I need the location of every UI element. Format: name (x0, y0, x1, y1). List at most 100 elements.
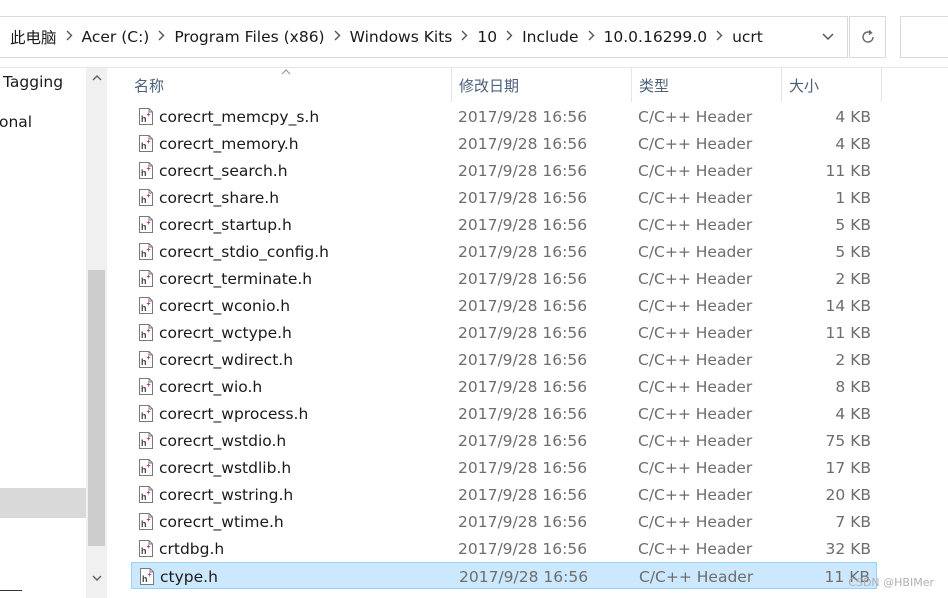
nav-item-personal[interactable]: onal (0, 113, 32, 131)
svg-text:+: + (147, 193, 151, 200)
file-row[interactable]: h + corecrt_wstdlib.h 2017/9/28 16:56 C/C++ … (131, 454, 877, 481)
file-type: C/C++ Header (638, 485, 753, 504)
svg-text:+: + (147, 274, 151, 281)
breadcrumb-item[interactable]: Include (518, 28, 582, 46)
file-row[interactable]: h + corecrt_startup.h 2017/9/28 16:56 C/C++ … (131, 211, 877, 238)
column-type[interactable]: 类型 (639, 68, 669, 102)
file-size: 32 KB (825, 539, 871, 558)
file-type: C/C++ Header (638, 134, 753, 153)
file-type: C/C++ Header (638, 215, 753, 234)
file-type: C/C++ Header (638, 377, 753, 396)
chevron-down-icon (822, 33, 834, 41)
breadcrumb-item[interactable]: Program Files (x86) (170, 28, 328, 46)
svg-text:+: + (147, 166, 151, 173)
file-type: C/C++ Header (638, 188, 753, 207)
nav-item-tagging[interactable]: Tagging (3, 73, 63, 91)
column-divider[interactable] (451, 68, 452, 102)
chevron-right-icon[interactable] (329, 30, 346, 45)
file-row[interactable]: h + corecrt_memcpy_s.h 2017/9/28 16:56 C/C++… (131, 103, 877, 130)
file-size: 8 KB (835, 377, 871, 396)
file-type: C/C++ Header (638, 161, 753, 180)
file-size: 75 KB (825, 431, 871, 450)
file-row[interactable]: h + ctype.h 2017/9/28 16:56 C/C++ Header 11 K… (131, 562, 877, 589)
chevron-right-icon[interactable] (501, 30, 518, 45)
file-name: corecrt_share.h (159, 188, 280, 207)
file-name: corecrt_wdirect.h (159, 350, 294, 369)
file-type: C/C++ Header (638, 296, 753, 315)
chevron-right-icon[interactable] (456, 30, 473, 45)
chevron-right-icon[interactable] (153, 30, 170, 45)
chevron-up-icon (92, 75, 101, 81)
file-size: 4 KB (835, 404, 871, 423)
file-row[interactable]: h + corecrt_wdirect.h 2017/9/28 16:56 C/C++ … (131, 346, 877, 373)
file-name: corecrt_wstdlib.h (159, 458, 292, 477)
cpp-header-file-icon: h + (139, 108, 153, 125)
column-divider[interactable] (781, 68, 782, 102)
scroll-up-button[interactable] (86, 68, 107, 88)
file-size: 2 KB (835, 269, 871, 288)
scrollbar-thumb[interactable] (88, 270, 105, 546)
breadcrumb-item[interactable]: Acer (C:) (78, 28, 154, 46)
cpp-header-file-icon: h + (139, 459, 153, 476)
file-name: corecrt_stdio_config.h (159, 242, 330, 261)
chevron-right-icon[interactable] (711, 30, 728, 45)
column-divider[interactable] (881, 68, 882, 102)
file-size: 7 KB (835, 512, 871, 531)
breadcrumb-item[interactable]: 10.0.16299.0 (600, 28, 712, 46)
breadcrumb-item[interactable]: 此电脑 (6, 26, 61, 48)
cpp-header-file-icon: h + (139, 513, 153, 530)
nav-scrollbar[interactable] (86, 68, 107, 598)
navigation-pane[interactable]: Tagging onal (0, 68, 86, 598)
file-row[interactable]: h + corecrt_wstring.h 2017/9/28 16:56 C/C++ … (131, 481, 877, 508)
file-type: C/C++ Header (638, 512, 753, 531)
refresh-button[interactable] (849, 16, 886, 58)
chevron-right-icon[interactable] (61, 30, 78, 45)
file-type: C/C++ Header (638, 539, 753, 558)
address-bar[interactable]: 此电脑 Acer (C:) Program Files (x86) Windows K… (0, 16, 848, 58)
cpp-header-file-icon: h + (140, 568, 154, 585)
file-type: C/C++ Header (638, 404, 753, 423)
column-header: 名称 修改日期 类型 大小 (107, 68, 948, 102)
file-date: 2017/9/28 16:56 (458, 539, 588, 558)
file-type: C/C++ Header (638, 323, 753, 342)
file-name: crtdbg.h (159, 539, 225, 558)
file-row[interactable]: h + corecrt_terminate.h 2017/9/28 16:56 C/C+… (131, 265, 877, 292)
breadcrumb-item[interactable]: ucrt (728, 28, 767, 46)
file-row[interactable]: h + crtdbg.h 2017/9/28 16:56 C/C++ Header 32 … (131, 535, 877, 562)
file-name: corecrt_startup.h (159, 215, 292, 234)
nav-item-selected[interactable] (0, 488, 86, 518)
column-name[interactable]: 名称 (134, 68, 164, 102)
breadcrumb-item[interactable]: Windows Kits (346, 28, 457, 46)
file-name: corecrt_wtime.h (159, 512, 284, 531)
file-row[interactable]: h + corecrt_wstdio.h 2017/9/28 16:56 C/C++ H… (131, 427, 877, 454)
file-row[interactable]: h + corecrt_wprocess.h 2017/9/28 16:56 C/C++… (131, 400, 877, 427)
file-row[interactable]: h + corecrt_stdio_config.h 2017/9/28 16:56 C… (131, 238, 877, 265)
nav-item-partial (0, 590, 22, 593)
address-dropdown-button[interactable] (810, 17, 846, 57)
column-size[interactable]: 大小 (789, 68, 819, 102)
file-date: 2017/9/28 16:56 (458, 458, 588, 477)
search-input[interactable] (900, 16, 948, 58)
scroll-down-button[interactable] (86, 568, 107, 588)
file-row[interactable]: h + corecrt_wconio.h 2017/9/28 16:56 C/C++ H… (131, 292, 877, 319)
cpp-header-file-icon: h + (139, 324, 153, 341)
file-row[interactable]: h + corecrt_wctype.h 2017/9/28 16:56 C/C++ H… (131, 319, 877, 346)
file-row[interactable]: h + corecrt_search.h 2017/9/28 16:56 C/C++ H… (131, 157, 877, 184)
file-name: corecrt_wio.h (159, 377, 263, 396)
cpp-header-file-icon: h + (139, 486, 153, 503)
file-name: corecrt_wconio.h (159, 296, 291, 315)
column-divider[interactable] (631, 68, 632, 102)
file-row[interactable]: h + corecrt_wio.h 2017/9/28 16:56 C/C++ Head… (131, 373, 877, 400)
cpp-header-file-icon: h + (139, 297, 153, 314)
file-date: 2017/9/28 16:56 (458, 485, 588, 504)
chevron-right-icon[interactable] (583, 30, 600, 45)
svg-text:+: + (147, 112, 151, 119)
breadcrumb-item[interactable]: 10 (473, 28, 501, 46)
cpp-header-file-icon: h + (139, 270, 153, 287)
file-row[interactable]: h + corecrt_wtime.h 2017/9/28 16:56 C/C++ He… (131, 508, 877, 535)
svg-text:+: + (147, 382, 151, 389)
file-row[interactable]: h + corecrt_memory.h 2017/9/28 16:56 C/C++ H… (131, 130, 877, 157)
file-row[interactable]: h + corecrt_share.h 2017/9/28 16:56 C/C++ He… (131, 184, 877, 211)
file-size: 11 KB (825, 323, 871, 342)
column-date[interactable]: 修改日期 (459, 68, 519, 102)
